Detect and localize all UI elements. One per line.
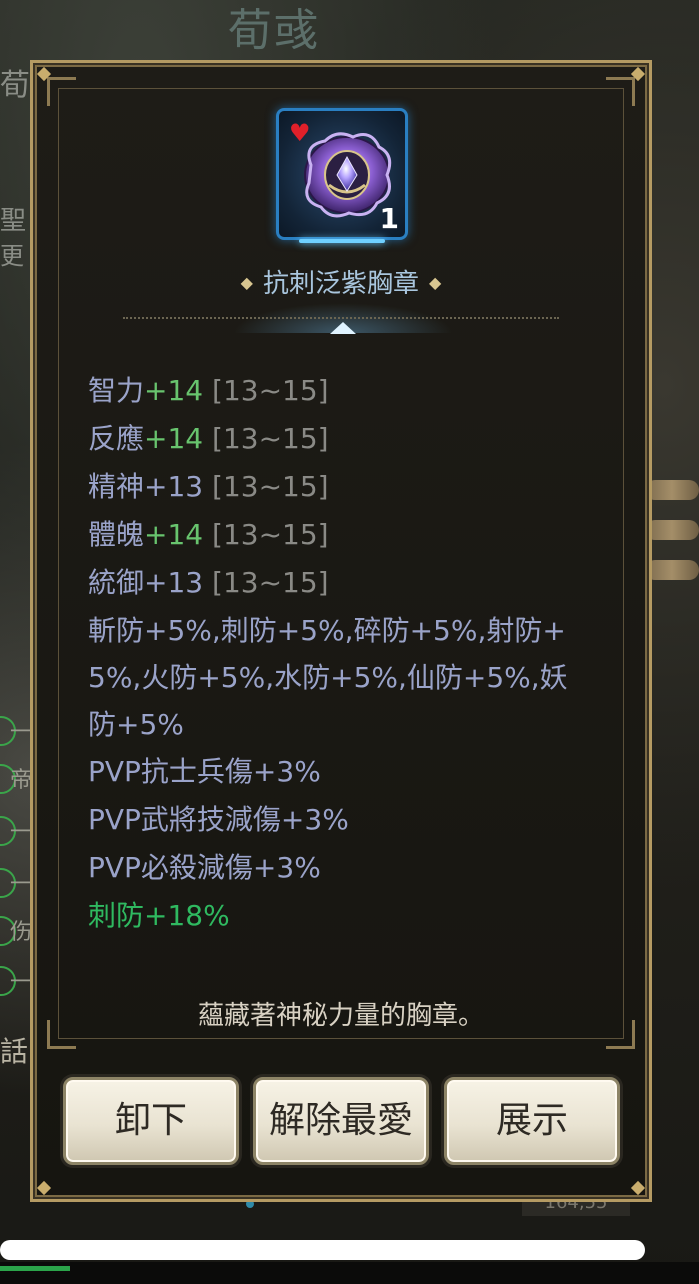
frame-knob xyxy=(630,1180,646,1196)
background-decoration xyxy=(645,560,699,580)
favorite-heart-icon: ♥ xyxy=(289,119,311,147)
background-list-item: 一 xyxy=(0,712,34,746)
resistance-line: 斬防+5%,刺防+5%,碎防+5%,射防+ xyxy=(88,614,566,647)
background-decoration xyxy=(645,480,699,500)
item-name: 抗刺泛紫胸章 xyxy=(262,269,419,299)
item-description: 蘊藏著神秘力量的胸章。 xyxy=(197,1001,484,1031)
bottom-status-strip xyxy=(0,1262,699,1284)
background-list-item: 伤 xyxy=(0,912,34,946)
diamond-ornament-icon: ◆ xyxy=(240,273,253,292)
special-stat-row: 刺防+18% xyxy=(88,899,230,932)
item-icon-frame: ♥ 1 xyxy=(276,108,408,243)
background-list-item: 一 xyxy=(0,812,34,846)
background-text: 聖 xyxy=(0,206,27,236)
frame-knob xyxy=(36,1180,52,1196)
item-detail-dialog: ♥ 1 ◆ 抗刺泛紫胸章 ◆ 智力+14 [13~15] 反應+14 [13~15]… xyxy=(30,60,652,1202)
show-button[interactable]: 展示 xyxy=(444,1077,620,1165)
unfavorite-button[interactable]: 解除最愛 xyxy=(253,1077,429,1165)
home-indicator-bar[interactable] xyxy=(0,1240,645,1260)
item-count: 1 xyxy=(379,202,399,235)
frame-corner-ornament xyxy=(47,77,76,106)
stat-row: 統御+13 [13~15] xyxy=(88,566,329,599)
background-list-item: 帝 xyxy=(0,760,34,794)
pvp-stat-row: PVP武將技減傷+3% xyxy=(88,803,349,836)
progress-fill xyxy=(0,1266,70,1271)
stat-row: 反應+14 [13~15] xyxy=(88,422,329,455)
item-title-row: ◆ 抗刺泛紫胸章 ◆ xyxy=(33,263,649,300)
unequip-button[interactable]: 卸下 xyxy=(63,1077,239,1165)
background-text: 荀 xyxy=(0,68,30,103)
chat-tab-label: 話 xyxy=(0,1035,29,1068)
resistance-line: 防+5% xyxy=(88,708,184,741)
stat-row: 精神+13 [13~15] xyxy=(88,470,329,503)
action-buttons: 卸下 解除最愛 展示 xyxy=(63,1077,623,1165)
stat-row: 智力+14 [13~15] xyxy=(88,374,329,407)
background-character-name: 荀彧 xyxy=(228,5,320,56)
rarity-glow-bar xyxy=(299,239,385,243)
background-list-item: 一 xyxy=(0,962,34,996)
background-decoration xyxy=(645,520,699,540)
item-stats-list: 智力+14 [13~15] 反應+14 [13~15] 精神+13 [13~15… xyxy=(88,367,608,940)
resistance-line: 5%,火防+5%,水防+5%,仙防+5%,妖 xyxy=(88,661,568,694)
title-divider xyxy=(123,317,559,319)
frame-corner-ornament xyxy=(606,77,635,106)
pvp-stat-row: PVP抗士兵傷+3% xyxy=(88,755,321,788)
stat-row: 體魄+14 [13~15] xyxy=(88,518,329,551)
background-list-item: 一 xyxy=(0,864,34,898)
pvp-stat-row: PVP必殺減傷+3% xyxy=(88,851,321,884)
background-text: 更 xyxy=(0,242,24,270)
resistance-stats: 斬防+5%,刺防+5%,碎防+5%,射防+ 5%,火防+5%,水防+5%,仙防+… xyxy=(88,607,608,748)
collapse-arrow-icon[interactable] xyxy=(330,322,356,334)
diamond-ornament-icon: ◆ xyxy=(429,273,442,292)
